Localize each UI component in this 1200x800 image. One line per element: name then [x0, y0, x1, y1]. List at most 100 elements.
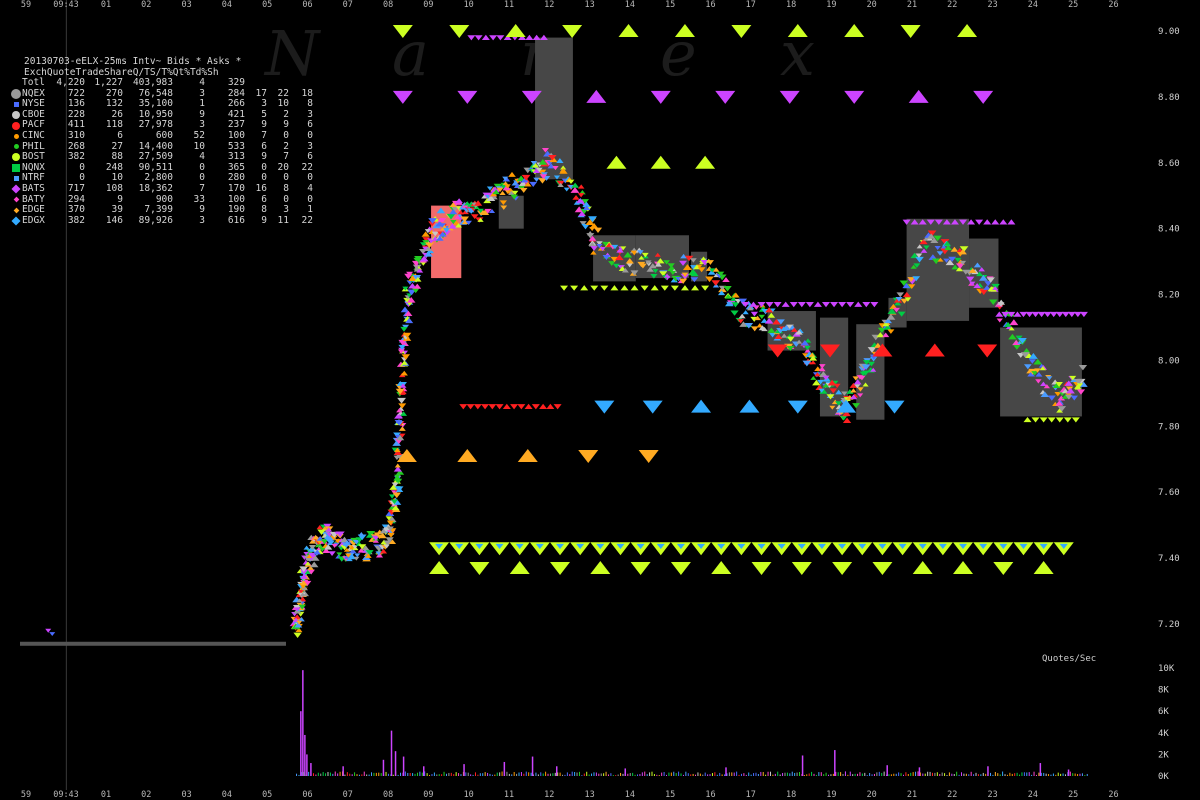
level-marker: [640, 285, 649, 291]
level-marker: [630, 561, 651, 575]
legend-cell: 22: [301, 214, 313, 226]
volume-bar: [784, 772, 786, 776]
rate-axis-label: Quotes/Sec: [1042, 654, 1096, 664]
volume-bar: [796, 772, 798, 776]
level-marker: [481, 404, 490, 410]
level-marker: [862, 302, 871, 308]
volume-bar: [431, 774, 433, 776]
exchange-legend: Totl 4,220 1,227 403,983 4 329 NQEX 722 270 76,54…: [10, 77, 313, 226]
price-tick-label: 7.80: [1158, 422, 1180, 432]
volume-bar: [753, 773, 755, 776]
legend-marker-icon: [10, 88, 22, 100]
rate-tick-label: 6K: [1158, 707, 1169, 717]
volume-bar: [990, 772, 992, 776]
level-marker: [854, 301, 863, 307]
volume-bar: [864, 772, 866, 776]
level-marker: [957, 24, 978, 37]
quote-marker: [398, 426, 406, 431]
volume-bar: [441, 774, 443, 776]
volume-bar: [387, 773, 389, 776]
volume-bar: [772, 774, 774, 776]
time-tick-top: 21: [907, 0, 917, 10]
volume-bar: [915, 771, 917, 776]
volume-bar: [931, 772, 933, 776]
volume-bar: [450, 772, 452, 776]
price-tick-label: 9.00: [1158, 27, 1180, 37]
volume-bar: [755, 772, 757, 776]
volume-bar: [873, 773, 875, 776]
volume-bar: [380, 773, 382, 776]
level-marker: [787, 400, 808, 414]
volume-bar: [852, 774, 854, 776]
volume-bar: [973, 774, 975, 776]
level-marker: [517, 404, 526, 410]
volume-bar: [477, 774, 479, 776]
volume-bar: [1009, 772, 1011, 776]
level-marker: [975, 219, 984, 225]
volume-bar: [883, 771, 885, 776]
legend-cell: 52: [193, 129, 205, 141]
volume-bar: [825, 772, 827, 776]
level-marker: [524, 403, 533, 409]
level-marker: [908, 89, 929, 103]
volume-bar: [344, 774, 346, 776]
price-tick-label: 7.20: [1158, 620, 1180, 630]
volume-bar: [738, 774, 740, 776]
time-tick-bottom: 13: [584, 790, 594, 800]
volume-bar: [861, 773, 863, 776]
volume-bar: [438, 774, 440, 776]
level-marker: [594, 400, 615, 414]
quote-marker: [1009, 319, 1019, 326]
volume-bar: [586, 771, 588, 776]
volume-bar: [760, 771, 762, 776]
level-marker: [844, 90, 865, 104]
quote-marker: [887, 329, 895, 334]
quote-marker: [563, 187, 570, 192]
volume-bar: [779, 774, 781, 776]
quote-marker: [397, 397, 406, 404]
quote-marker: [508, 171, 516, 177]
rate-tick-label: 0K: [1158, 772, 1169, 782]
quote-marker: [358, 532, 365, 536]
legend-cell: 0: [307, 129, 313, 141]
volume-bar: [455, 772, 457, 776]
legend-cell: 4,220: [56, 77, 85, 88]
time-tick-bottom: 11: [504, 790, 514, 800]
legend-cell: 6: [117, 129, 123, 141]
volume-bar: [745, 774, 747, 776]
volume-bar: [605, 771, 607, 776]
level-marker: [457, 448, 478, 462]
volume-bar: [1038, 772, 1040, 776]
level-marker: [765, 302, 774, 308]
volume-spike: [987, 766, 989, 776]
level-marker: [739, 399, 760, 413]
volume-bar: [470, 774, 472, 776]
rate-tick-label: 4K: [1158, 729, 1169, 739]
quote-marker: [593, 227, 603, 233]
level-marker: [767, 344, 788, 358]
volume-bar: [610, 773, 612, 776]
level-marker: [580, 285, 589, 291]
volume-spike: [394, 751, 397, 776]
legend-cell: 89,926: [138, 214, 173, 226]
volume-bar: [479, 773, 481, 776]
level-marker: [953, 560, 974, 574]
volume-bar: [373, 772, 375, 776]
quote-marker: [742, 310, 749, 315]
volume-bar: [999, 774, 1001, 776]
volume-bar: [400, 772, 402, 776]
legend-cell: 403,983: [132, 77, 173, 88]
volume-bar: [298, 774, 300, 776]
volume-bar: [465, 772, 467, 776]
volume-spike: [801, 755, 804, 776]
volume-bar: [1002, 771, 1004, 776]
volume-bar: [707, 774, 709, 776]
volume-spike: [1067, 769, 1070, 776]
legend-row: CINC 310 6 600 52 100 7 0 0: [10, 129, 313, 142]
volume-bar: [407, 772, 409, 776]
volume-bar: [612, 775, 614, 776]
volume-bar: [433, 772, 435, 776]
volume-bar: [866, 775, 868, 776]
time-tick-top: 23: [987, 0, 997, 10]
volume-bar: [412, 773, 414, 776]
